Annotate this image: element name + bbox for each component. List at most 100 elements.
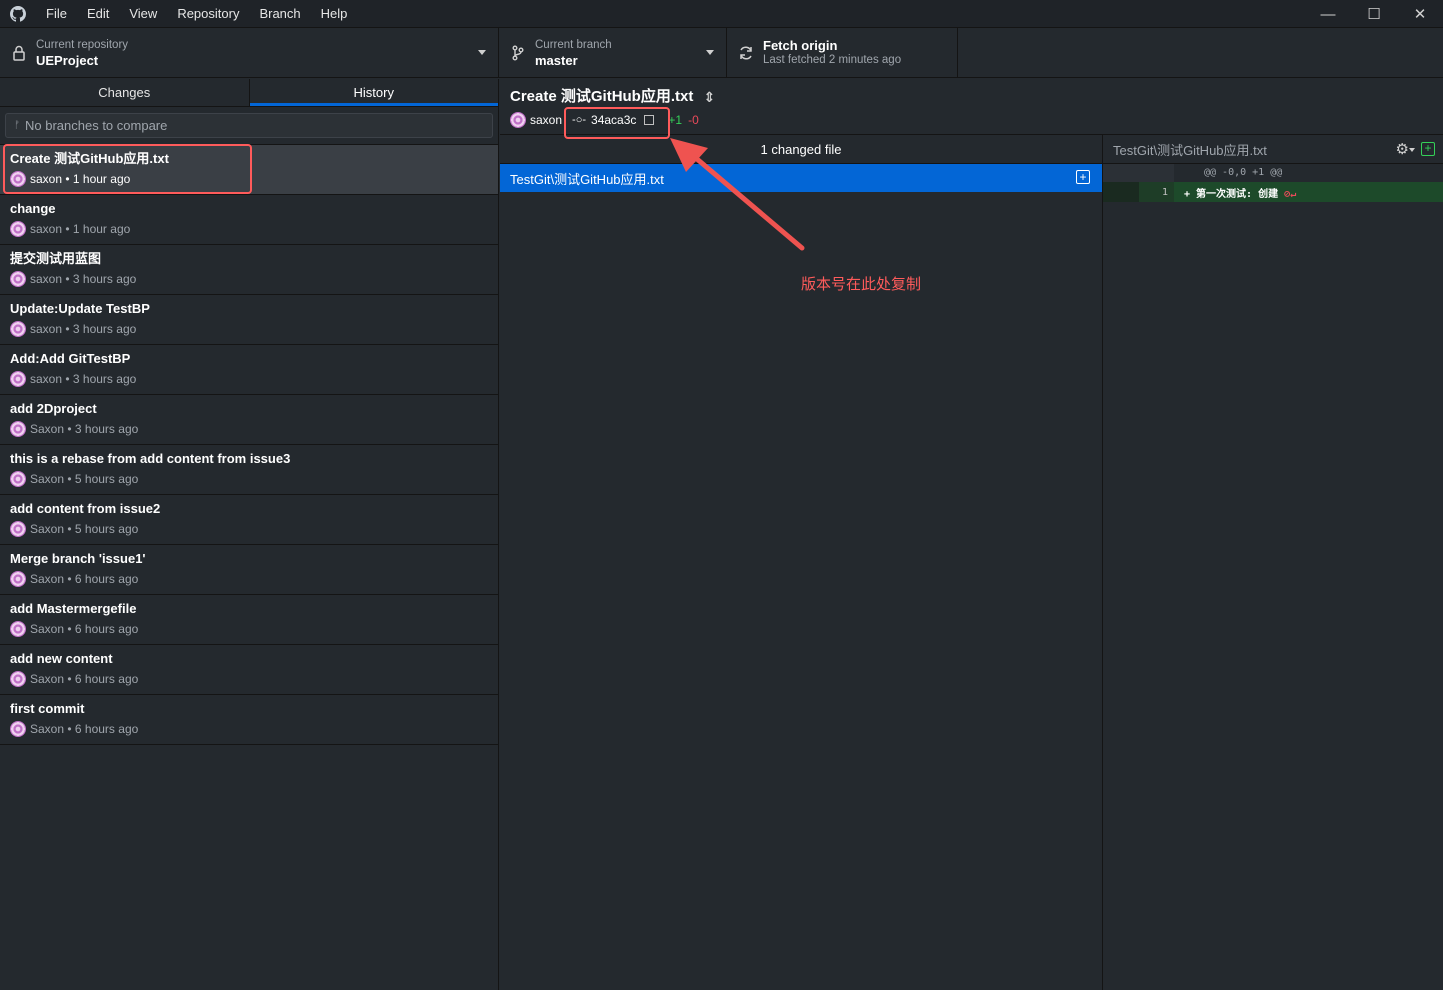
commit-time: 6 hours ago (74, 622, 139, 636)
commit-row[interactable]: first commit Saxon • 6 hours ago (0, 695, 498, 745)
commit-author: Saxon (30, 722, 65, 736)
menu-branch[interactable]: Branch (249, 0, 310, 28)
commit-detail-panel: Create 测试GitHub应用.txt ⇕ saxon -○- 34aca3… (500, 79, 1443, 990)
commit-author: saxon (30, 322, 63, 336)
menu-help[interactable]: Help (311, 0, 358, 28)
commit-row[interactable]: add content from issue2 Saxon • 5 hours … (0, 495, 498, 545)
avatar (10, 371, 26, 387)
avatar (510, 112, 526, 128)
avatar (10, 421, 26, 437)
branch-icon (509, 44, 527, 62)
sidebar: Changes History ᚠ No branches to compare… (0, 79, 499, 990)
commit-row[interactable]: Merge branch 'issue1' Saxon • 6 hours ag… (0, 545, 498, 595)
gear-icon[interactable]: ⚙ (1396, 140, 1409, 158)
commit-title: first commit (10, 701, 85, 716)
avatar (10, 221, 26, 237)
lock-icon (10, 44, 28, 62)
commit-time: 1 hour ago (72, 222, 131, 236)
chevron-down-icon[interactable] (1409, 148, 1415, 152)
tab-changes[interactable]: Changes (0, 79, 250, 106)
avatar (10, 321, 26, 337)
avatar (10, 721, 26, 737)
menu-repository[interactable]: Repository (167, 0, 249, 28)
commit-author: saxon (30, 272, 63, 286)
chevron-down-icon (706, 50, 714, 55)
commit-row[interactable]: add Mastermergefile Saxon • 6 hours ago (0, 595, 498, 645)
hunk-text: @@ -0,0 +1 @@ (1204, 167, 1283, 178)
commit-time: 6 hours ago (74, 722, 139, 736)
menu-file[interactable]: File (36, 0, 77, 28)
avatar (10, 571, 26, 587)
no-newline-icon: ⊘↵ (1284, 188, 1297, 200)
compare-placeholder: No branches to compare (25, 118, 168, 133)
current-branch-button[interactable]: Current branch master (499, 28, 727, 78)
fetch-origin-label: Fetch origin (763, 38, 838, 53)
commit-row[interactable]: this is a rebase from add content from i… (0, 445, 498, 495)
commit-detail-author: saxon (530, 113, 563, 127)
close-button[interactable]: ✕ (1397, 0, 1443, 28)
file-added-icon: + (1076, 170, 1090, 184)
commit-title: change (10, 201, 56, 216)
github-logo-icon (0, 0, 36, 28)
line-number: 1 (1139, 182, 1174, 202)
menu-edit[interactable]: Edit (77, 0, 119, 28)
commit-row[interactable]: add new content Saxon • 6 hours ago (0, 645, 498, 695)
commit-time: 5 hours ago (74, 522, 139, 536)
commit-title: Update:Update TestBP (10, 301, 150, 316)
commit-row[interactable]: Add:Add GitTestBP saxon • 3 hours ago (0, 345, 498, 395)
current-repository-button[interactable]: Current repository UEProject (0, 28, 499, 78)
commit-title: Merge branch 'issue1' (10, 551, 146, 566)
commit-time: 6 hours ago (74, 572, 139, 586)
annotation-text: 版本号在此处复制 (801, 276, 922, 293)
commit-author: Saxon (30, 422, 65, 436)
avatar (10, 471, 26, 487)
commit-time: 5 hours ago (74, 472, 139, 486)
diff-line-text: + 第一次测试: 创建 (1184, 188, 1279, 200)
minimize-button[interactable]: — (1305, 0, 1351, 28)
fetch-origin-button[interactable]: Fetch origin Last fetched 2 minutes ago (727, 28, 958, 78)
compare-bar: ᚠ No branches to compare (0, 107, 498, 145)
commit-author: saxon (30, 372, 63, 386)
commit-summary: Create 测试GitHub应用.txt ⇕ saxon -○- 34aca3… (500, 79, 1443, 139)
branch-compare-icon: ᚠ (14, 120, 20, 131)
diff-view: TestGit\测试GitHub应用.txt ⚙ + @@ -0,0 +1 @@… (1103, 135, 1443, 990)
title-bar: File Edit View Repository Branch Help — … (0, 0, 1443, 28)
commit-author: saxon (30, 222, 63, 236)
lines-added: +1 (668, 113, 683, 127)
current-repository-name: UEProject (36, 53, 99, 68)
commit-author: Saxon (30, 672, 65, 686)
diff-file-path: TestGit\测试GitHub应用.txt (1113, 142, 1267, 158)
selected-commit-highlight (3, 144, 252, 194)
commit-author: Saxon (30, 572, 65, 586)
commit-title: add Mastermergefile (10, 601, 137, 616)
compare-branch-input[interactable]: ᚠ No branches to compare (5, 113, 493, 138)
maximize-button[interactable]: ☐ (1351, 0, 1397, 28)
commit-title: add content from issue2 (10, 501, 161, 516)
diff-gutter (1103, 164, 1174, 182)
diff-line-added[interactable]: 1 + 第一次测试: 创建 ⊘↵ (1103, 182, 1443, 202)
current-branch-label: Current branch (535, 39, 612, 51)
commit-time: 6 hours ago (74, 672, 139, 686)
commit-author: Saxon (30, 522, 65, 536)
commit-row[interactable]: change saxon • 1 hour ago (0, 195, 498, 245)
menu-view[interactable]: View (119, 0, 167, 28)
lines-removed: -0 (688, 113, 699, 127)
diff-hunk-header: @@ -0,0 +1 @@ (1103, 164, 1443, 182)
menu-bar: File Edit View Repository Branch Help (36, 0, 357, 28)
avatar (10, 621, 26, 637)
commit-row[interactable]: Update:Update TestBP saxon • 3 hours ago (0, 295, 498, 345)
current-repository-label: Current repository (36, 39, 129, 51)
commit-title: 提交测试用蓝图 (10, 251, 102, 266)
sync-icon (737, 44, 755, 62)
sidebar-tabs: Changes History (0, 79, 498, 107)
commit-author: Saxon (30, 622, 65, 636)
expand-icon[interactable]: ⇕ (703, 88, 715, 106)
diff-code: + 第一次测试: 创建 ⊘↵ (1174, 185, 1296, 200)
tab-history[interactable]: History (249, 79, 498, 106)
commit-row[interactable]: 提交测试用蓝图 saxon • 3 hours ago (0, 245, 498, 295)
commit-time: 3 hours ago (72, 322, 137, 336)
annotation-arrow (670, 138, 805, 251)
commit-row[interactable]: add 2Dproject Saxon • 3 hours ago (0, 395, 498, 445)
avatar (10, 521, 26, 537)
commit-time: 3 hours ago (74, 422, 139, 436)
